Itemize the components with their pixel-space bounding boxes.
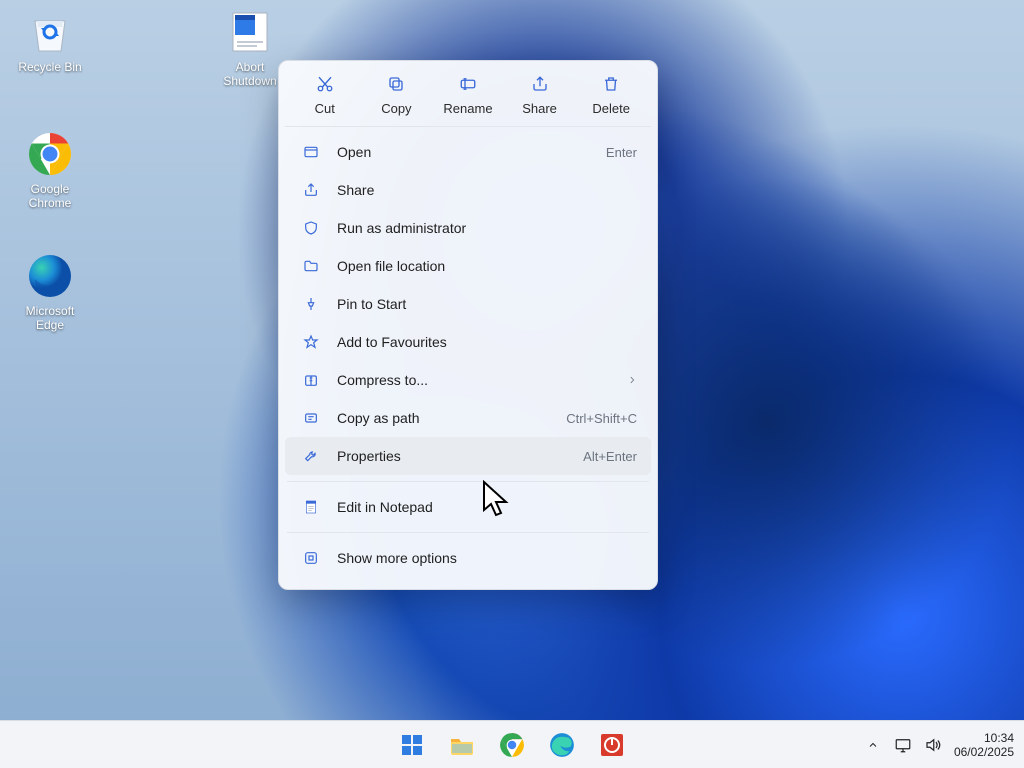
menu-item-open[interactable]: Open Enter <box>285 133 651 171</box>
edge-icon <box>549 732 575 758</box>
menu-item-shortcut: Enter <box>606 145 637 160</box>
menu-action-label: Delete <box>579 101 643 116</box>
taskbar-date: 06/02/2025 <box>954 745 1014 759</box>
menu-action-rename[interactable]: Rename <box>436 73 500 116</box>
start-button[interactable] <box>391 724 433 766</box>
desktop-icon-google-chrome[interactable]: Google Chrome <box>10 130 90 210</box>
chrome-icon <box>499 732 525 758</box>
tray-display-icon[interactable] <box>894 736 912 754</box>
taskbar-app[interactable] <box>591 724 633 766</box>
menu-item-label: Compress to... <box>337 372 627 388</box>
share-icon <box>508 73 572 95</box>
notepad-icon <box>299 499 323 515</box>
menu-item-more-options[interactable]: Show more options <box>285 539 651 577</box>
menu-item-share[interactable]: Share <box>285 171 651 209</box>
menu-action-label: Cut <box>293 101 357 116</box>
windows-icon <box>400 733 424 757</box>
menu-item-favourites[interactable]: Add to Favourites <box>285 323 651 361</box>
menu-action-label: Share <box>508 101 572 116</box>
menu-item-properties[interactable]: Properties Alt+Enter <box>285 437 651 475</box>
desktop-icon-label: Google Chrome <box>10 182 90 210</box>
tray-volume-icon[interactable] <box>924 736 942 754</box>
desktop-icon-recycle-bin[interactable]: Recycle Bin <box>10 8 90 74</box>
context-menu-list: Open Enter Share Run as administrator Op… <box>285 127 651 583</box>
menu-item-label: Run as administrator <box>337 220 637 236</box>
wrench-icon <box>299 448 323 464</box>
menu-item-label: Open file location <box>337 258 637 274</box>
menu-item-shortcut: Alt+Enter <box>583 449 637 464</box>
taskbar-center <box>391 724 633 766</box>
menu-item-label: Properties <box>337 448 583 464</box>
share-icon <box>299 182 323 198</box>
menu-item-pin-start[interactable]: Pin to Start <box>285 285 651 323</box>
menu-item-label: Add to Favourites <box>337 334 637 350</box>
desktop-icon-microsoft-edge[interactable]: Microsoft Edge <box>10 252 90 332</box>
menu-item-run-admin[interactable]: Run as administrator <box>285 209 651 247</box>
power-icon <box>599 732 625 758</box>
menu-action-cut[interactable]: Cut <box>293 73 357 116</box>
menu-item-copy-path[interactable]: Copy as path Ctrl+Shift+C <box>285 399 651 437</box>
system-tray: 10:34 06/02/2025 <box>864 731 1014 759</box>
taskbar-time: 10:34 <box>954 731 1014 745</box>
menu-item-shortcut: Ctrl+Shift+C <box>566 411 637 426</box>
taskbar-edge[interactable] <box>541 724 583 766</box>
menu-item-compress[interactable]: Compress to... <box>285 361 651 399</box>
menu-action-share[interactable]: Share <box>508 73 572 116</box>
chevron-right-icon <box>627 375 637 385</box>
taskbar-chrome[interactable] <box>491 724 533 766</box>
menu-item-open-location[interactable]: Open file location <box>285 247 651 285</box>
menu-action-copy[interactable]: Copy <box>364 73 428 116</box>
taskbar-clock[interactable]: 10:34 06/02/2025 <box>954 731 1014 759</box>
menu-item-label: Open <box>337 144 606 160</box>
menu-item-label: Share <box>337 182 637 198</box>
copy-path-icon <box>299 410 323 426</box>
menu-item-label: Show more options <box>337 550 637 566</box>
batch-file-icon <box>226 8 274 56</box>
menu-item-label: Copy as path <box>337 410 566 426</box>
rename-icon <box>436 73 500 95</box>
archive-icon <box>299 372 323 388</box>
cut-icon <box>293 73 357 95</box>
desktop-icon-label: Recycle Bin <box>10 60 90 74</box>
pin-icon <box>299 296 323 312</box>
shield-icon <box>299 220 323 236</box>
menu-action-label: Copy <box>364 101 428 116</box>
menu-action-delete[interactable]: Delete <box>579 73 643 116</box>
menu-action-label: Rename <box>436 101 500 116</box>
copy-icon <box>364 73 428 95</box>
desktop-icon-label: Microsoft Edge <box>10 304 90 332</box>
menu-item-label: Pin to Start <box>337 296 637 312</box>
file-explorer-icon <box>449 732 475 758</box>
menu-item-label: Edit in Notepad <box>337 499 637 515</box>
folder-icon <box>299 258 323 274</box>
tray-chevron-icon[interactable] <box>864 736 882 754</box>
taskbar-file-explorer[interactable] <box>441 724 483 766</box>
delete-icon <box>579 73 643 95</box>
star-icon <box>299 334 323 350</box>
recycle-bin-icon <box>26 8 74 56</box>
taskbar: 10:34 06/02/2025 <box>0 720 1024 768</box>
menu-separator <box>287 532 649 533</box>
more-options-icon <box>299 550 323 566</box>
edge-icon <box>26 252 74 300</box>
menu-separator <box>287 481 649 482</box>
chrome-icon <box>26 130 74 178</box>
menu-item-notepad[interactable]: Edit in Notepad <box>285 488 651 526</box>
context-menu-top-actions: Cut Copy Rename Share Delete <box>285 67 651 127</box>
context-menu: Cut Copy Rename Share Delete Open Enter … <box>278 60 658 590</box>
open-icon <box>299 144 323 160</box>
